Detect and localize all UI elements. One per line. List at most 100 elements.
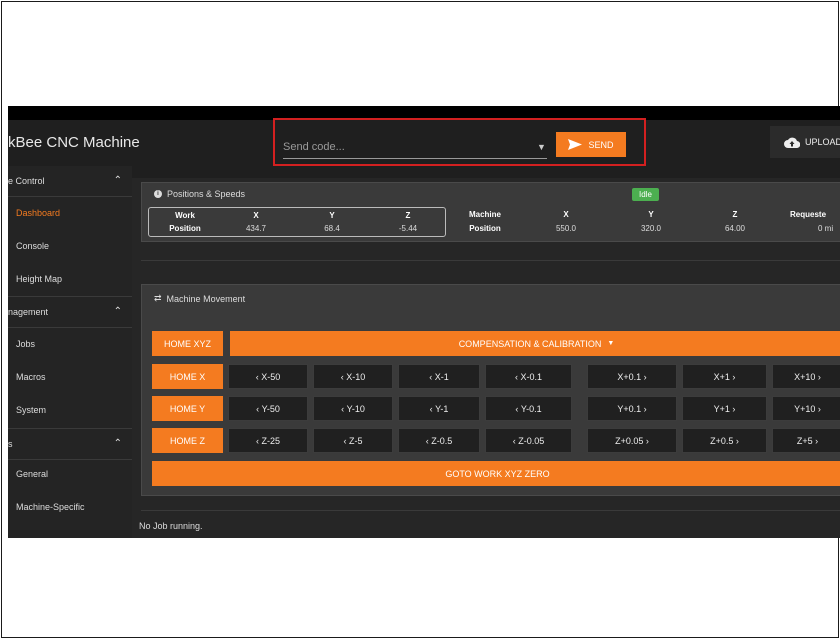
jog-label: Y-0.1: [520, 403, 542, 414]
cloud-upload-icon: [784, 137, 800, 148]
machine-y-header: Y: [648, 210, 654, 219]
jog-label: Z+0.05: [615, 435, 644, 446]
positions-title: i Positions & Speeds: [154, 189, 245, 199]
sidebar-item-height-map[interactable]: Height Map: [16, 274, 62, 284]
divider: [141, 510, 840, 511]
jog-label: Z-5: [349, 435, 363, 446]
info-icon: i: [154, 190, 162, 198]
sidebar-section-settings[interactable]: s ⌃: [8, 428, 132, 460]
divider: [141, 260, 840, 261]
jog-z-minus-5-button[interactable]: ‹ Z-5: [313, 428, 393, 453]
jog-x-plus-0-1-button[interactable]: X+0.1 ›: [587, 364, 677, 389]
app-title: kBee CNC Machine: [8, 134, 140, 151]
job-status-text: No Job running.: [139, 521, 203, 531]
goto-work-zero-button[interactable]: GOTO WORK XYZ ZERO: [152, 461, 840, 486]
jog-z-plus-5-button[interactable]: Z+5 ›: [772, 428, 840, 453]
jog-label: X-50: [261, 371, 281, 382]
machine-movement-title: ⇄ Machine Movement: [154, 293, 245, 304]
work-y-header: Y: [329, 211, 335, 220]
machine-movement-title-text: Machine Movement: [166, 293, 246, 304]
jog-label: X+10: [794, 371, 816, 382]
send-button[interactable]: SEND: [556, 132, 626, 157]
jog-x-plus-10-button[interactable]: X+10 ›: [772, 364, 840, 389]
jog-x-minus-1-button[interactable]: ‹ X-1: [398, 364, 480, 389]
jog-y-minus-10-button[interactable]: ‹ Y-10: [313, 396, 393, 421]
jog-y-plus-1-button[interactable]: Y+1 ›: [682, 396, 767, 421]
sidebar-item-jobs[interactable]: Jobs: [16, 339, 35, 349]
requested-speed-value: 0 mi: [818, 224, 834, 233]
jog-z-minus-25-button[interactable]: ‹ Z-25: [228, 428, 308, 453]
machine-z-header: Z: [732, 210, 738, 219]
jog-label: Z-0.05: [518, 435, 545, 446]
chevron-right-icon: ›: [815, 371, 821, 382]
send-button-label: SEND: [588, 139, 614, 150]
send-code-input[interactable]: [283, 138, 547, 159]
jog-z-minus-0-5-button[interactable]: ‹ Z-0.5: [398, 428, 480, 453]
home-z-button[interactable]: HOME Z: [152, 428, 223, 453]
sidebar-section-label: s: [8, 439, 13, 449]
caret-down-icon: ▼: [607, 340, 615, 347]
home-xyz-button[interactable]: HOME XYZ: [152, 331, 223, 356]
jog-y-minus-50-button[interactable]: ‹ Y-50: [228, 396, 308, 421]
jog-label: Z+0.5: [710, 435, 734, 446]
sidebar-item-macros[interactable]: Macros: [16, 372, 46, 382]
sidebar-section-management[interactable]: nagement ⌃: [8, 296, 132, 328]
compensation-label: COMPENSATION & CALIBRATION: [458, 338, 602, 349]
sidebar-item-general[interactable]: General: [16, 469, 48, 479]
dropdown-caret-icon[interactable]: ▼: [537, 142, 546, 152]
jog-z-plus-0-05-button[interactable]: Z+0.05 ›: [587, 428, 677, 453]
sidebar-section-label: e Control: [8, 176, 45, 186]
compensation-calibration-button[interactable]: COMPENSATION & CALIBRATION ▼: [230, 331, 840, 356]
jog-label: Z-25: [261, 435, 280, 446]
positions-panel: i Positions & Speeds Idle Work Position …: [141, 182, 840, 242]
duet-web-control-app: kBee CNC Machine ▼ SEND UPLOAD e Control…: [8, 106, 840, 538]
work-y-value: 68.4: [324, 224, 340, 233]
work-z-header: Z: [405, 211, 411, 220]
jog-y-minus-1-button[interactable]: ‹ Y-1: [398, 396, 480, 421]
machine-x-value: 550.0: [555, 224, 577, 233]
top-bar: kBee CNC Machine ▼ SEND UPLOAD: [8, 106, 840, 178]
work-position-box: Work Position X 434.7 Y 68.4 Z -5.44: [148, 207, 446, 237]
jog-z-minus-0-05-button[interactable]: ‹ Z-0.05: [485, 428, 572, 453]
jog-y-plus-10-button[interactable]: Y+10 ›: [772, 396, 840, 421]
home-x-button[interactable]: HOME X: [152, 364, 223, 389]
upload-button[interactable]: UPLOAD: [770, 126, 840, 158]
jog-label: Z+5: [796, 435, 813, 446]
jog-z-plus-0-5-button[interactable]: Z+0.5 ›: [682, 428, 767, 453]
work-z-value: -5.44: [398, 224, 418, 233]
jog-label: Z-0.5: [431, 435, 453, 446]
positions-title-text: Positions & Speeds: [167, 189, 246, 199]
machine-movement-panel: ⇄ Machine Movement HOME XYZ COMPENSATION…: [141, 284, 840, 496]
chevron-right-icon: ›: [729, 403, 736, 414]
jog-label: X+0.1: [617, 371, 642, 382]
jog-label: Y-10: [346, 403, 365, 414]
sidebar-item-dashboard[interactable]: Dashboard: [16, 208, 60, 218]
chevron-up-icon: ⌃: [113, 438, 122, 449]
sidebar-item-system[interactable]: System: [16, 405, 46, 415]
jog-label: Y-50: [261, 403, 280, 414]
chevron-right-icon: ›: [812, 435, 819, 446]
jog-x-minus-10-button[interactable]: ‹ X-10: [313, 364, 393, 389]
jog-y-plus-0-1-button[interactable]: Y+0.1 ›: [587, 396, 677, 421]
jog-x-minus-50-button[interactable]: ‹ X-50: [228, 364, 308, 389]
jog-label: Y+0.1: [617, 403, 642, 414]
jog-label: Y-1: [435, 403, 449, 414]
machine-x-header: X: [563, 210, 569, 219]
work-x-value: 434.7: [245, 224, 267, 233]
upload-label: UPLOAD: [805, 137, 840, 147]
machine-label: Machine: [468, 210, 501, 219]
home-y-button[interactable]: HOME Y: [152, 396, 223, 421]
jog-x-plus-1-button[interactable]: X+1 ›: [682, 364, 767, 389]
machine-z-value: 64.00: [724, 224, 746, 233]
send-code-highlight: ▼ SEND: [273, 118, 646, 166]
chevron-right-icon: ›: [641, 371, 647, 382]
jog-x-minus-0-1-button[interactable]: ‹ X-0.1: [485, 364, 572, 389]
sidebar: e Control ⌃ Dashboard Console Height Map…: [8, 166, 132, 538]
jog-label: X-10: [346, 371, 366, 382]
status-badge: Idle: [632, 188, 659, 201]
sidebar-item-machine-specific[interactable]: Machine-Specific: [16, 502, 85, 512]
sidebar-section-control[interactable]: e Control ⌃: [8, 166, 132, 197]
jog-y-minus-0-1-button[interactable]: ‹ Y-0.1: [485, 396, 572, 421]
sidebar-item-console[interactable]: Console: [16, 241, 49, 251]
chevron-up-icon: ⌃: [113, 175, 122, 186]
